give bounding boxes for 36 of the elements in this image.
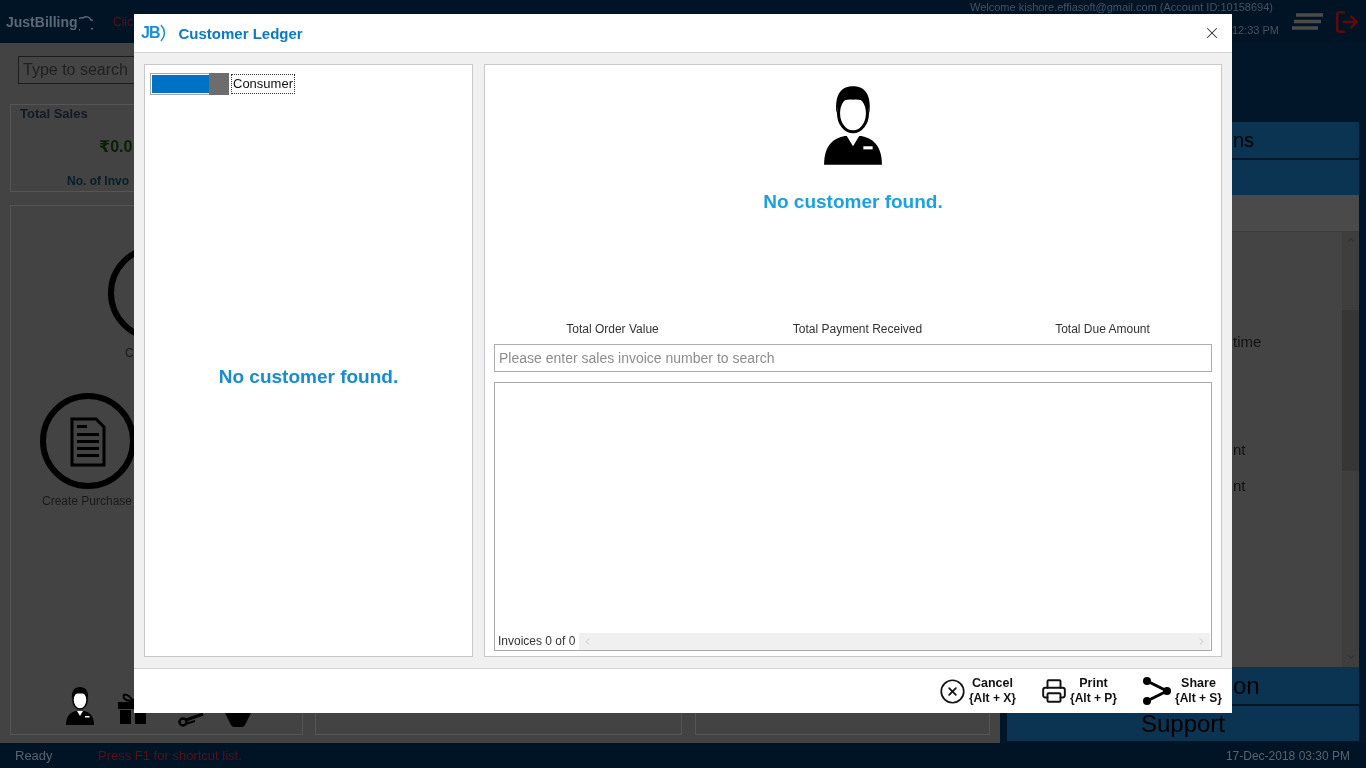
vase-icon[interactable]: [225, 713, 251, 727]
summary-label: Total Due Amount: [1055, 322, 1150, 337]
summary-label: Total Order Value: [566, 322, 659, 337]
vertical-scrollbar[interactable]: [1342, 232, 1359, 667]
logo-text: JB: [141, 24, 160, 42]
date-time: 17-Dec-2018 03:30 PM: [1225, 748, 1350, 763]
scissors-icon[interactable]: [178, 713, 204, 727]
person-icon: [65, 684, 95, 725]
close-circle-icon: [938, 677, 966, 705]
cancel-button[interactable]: Cancel {Alt + X}: [936, 676, 1018, 706]
empty-message: No customer found.: [763, 190, 943, 214]
scroll-thumb[interactable]: [1342, 310, 1359, 471]
shortcut-hint: Press F1 for shortcut list.: [98, 748, 242, 763]
document-icon[interactable]: [40, 392, 134, 490]
menu-icon[interactable]: [1292, 13, 1323, 30]
header-notice: Clic: [113, 13, 133, 30]
toggle-label[interactable]: Consumer: [231, 74, 295, 94]
invoice-count: Invoices 0 of 0: [497, 633, 576, 650]
empty-message: No customer found.: [218, 364, 399, 389]
printer-icon: [1040, 678, 1067, 704]
clock-time: 12:33 PM: [1231, 24, 1279, 36]
summary-label: Total Payment Received: [792, 322, 923, 337]
share-button[interactable]: Share {Alt + S}: [1140, 676, 1224, 706]
horizontal-scrollbar[interactable]: [579, 633, 1210, 650]
print-button[interactable]: Print {Alt + P}: [1038, 676, 1119, 706]
swoosh-icon: [160, 24, 167, 42]
app-logo: JustBilling: [6, 12, 78, 31]
logout-icon[interactable]: [1334, 8, 1360, 35]
sales-amount: ₹0.0: [99, 137, 133, 157]
status-text: Ready: [14, 748, 54, 763]
share-icon: [1142, 677, 1172, 705]
invoice-search-field[interactable]: Please enter sales invoice number to search: [494, 344, 1212, 372]
invoice-count-label: No. of Invo: [67, 174, 129, 189]
welcome-text: Welcome kishore.effiasoft@gmail.com (Account ID:10158694): [970, 1, 1273, 13]
toggle-switch[interactable]: [150, 73, 229, 95]
dialog-title: Customer Ledger: [178, 24, 303, 42]
